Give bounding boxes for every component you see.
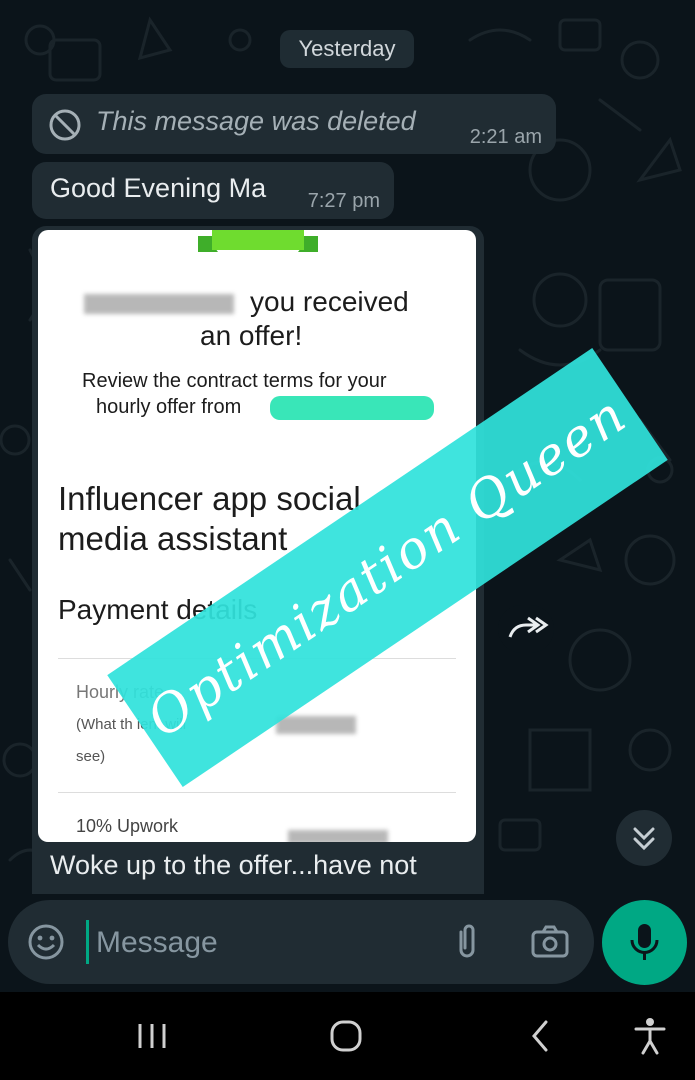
recent-apps-icon[interactable] xyxy=(132,1018,172,1054)
redacted-name xyxy=(84,294,234,314)
job-title-2: media assistant xyxy=(58,520,288,557)
offer-subtitle-1: Review the contract terms for your xyxy=(82,370,387,392)
accessibility-icon[interactable] xyxy=(632,1016,668,1056)
message-input[interactable] xyxy=(94,918,438,968)
redacted-rate xyxy=(276,716,356,734)
hourly-rate-sub-2: see) xyxy=(76,748,106,765)
offer-subtitle-2: hourly offer from xyxy=(96,396,242,418)
offer-title-1: you received xyxy=(250,286,409,317)
home-icon[interactable] xyxy=(328,1018,364,1054)
message-text: Good Evening Ma xyxy=(50,173,267,203)
mic-icon xyxy=(630,924,659,960)
image-caption: Woke up to the offer...have not xyxy=(50,850,417,880)
block-icon xyxy=(49,109,81,141)
message-time: 2:21 am xyxy=(469,126,542,148)
paperclip-icon[interactable] xyxy=(450,922,484,962)
fee-label: 10% Upwork xyxy=(76,816,179,836)
ribbon-graphic xyxy=(198,230,318,252)
forward-button[interactable] xyxy=(498,605,554,653)
divider xyxy=(58,792,456,793)
date-separator: Yesterday xyxy=(280,30,414,68)
message-composer xyxy=(8,900,594,984)
text-caret xyxy=(86,920,89,964)
emoji-icon[interactable] xyxy=(26,922,66,962)
double-chevron-down-icon xyxy=(633,827,655,851)
voice-message-button[interactable] xyxy=(602,900,687,985)
deleted-message-bubble[interactable]: This message was deleted 2:21 am xyxy=(32,94,556,154)
scroll-to-bottom-button[interactable] xyxy=(616,810,672,866)
camera-icon[interactable] xyxy=(530,924,570,960)
highlighter-mark xyxy=(270,396,434,420)
job-title-1: Influencer app social xyxy=(58,480,361,517)
message-time: 7:27 pm xyxy=(307,190,380,212)
system-navigation-bar xyxy=(0,992,695,1080)
forward-icon xyxy=(508,616,549,638)
greeting-message-bubble[interactable]: Good Evening Ma 7:27 pm xyxy=(32,162,394,219)
redacted-fee xyxy=(288,830,388,842)
deleted-message-text: This message was deleted xyxy=(96,106,416,136)
back-icon[interactable] xyxy=(526,1018,556,1054)
offer-title-2: an offer! xyxy=(200,320,303,351)
